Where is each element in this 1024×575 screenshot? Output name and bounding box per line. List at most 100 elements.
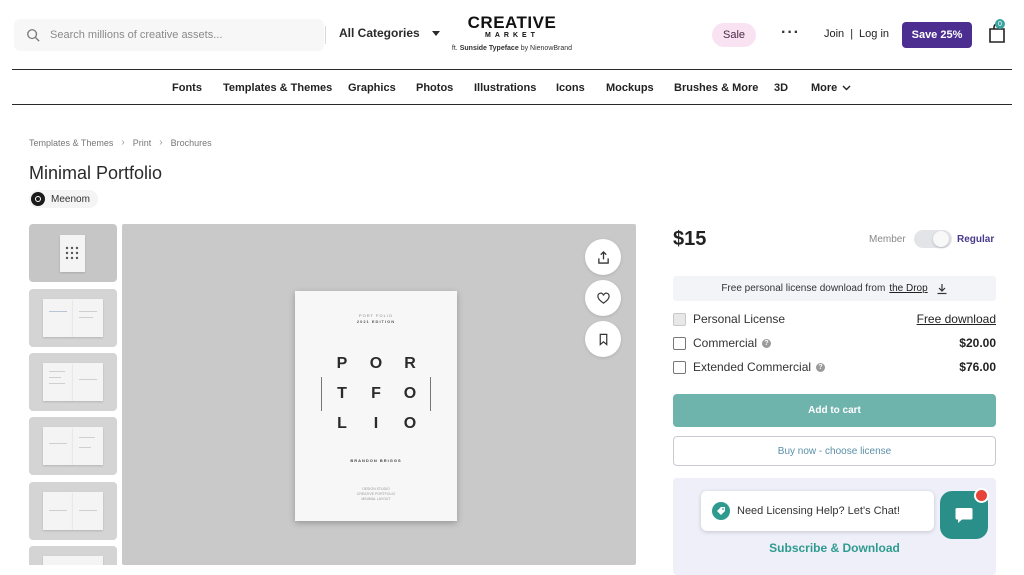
author-name: Meenom (51, 193, 90, 205)
thumbnail-line (79, 311, 97, 312)
brochure-author: BRANDON BRIGGS (350, 458, 402, 463)
subscribe-download-link[interactable]: Subscribe & Download (673, 541, 996, 555)
share-icon (597, 250, 609, 264)
sale-button[interactable]: Sale (712, 23, 756, 47)
brochure-letter: R (404, 355, 416, 372)
the-drop-link[interactable]: the Drop (889, 283, 927, 294)
thumbnail-page-left (43, 427, 73, 465)
search-divider (325, 26, 326, 44)
nav-item-mockups[interactable]: Mockups (606, 82, 654, 94)
brochure-letter: L (337, 415, 347, 432)
auth-separator: | (850, 28, 854, 40)
thumbnail-line (79, 437, 95, 438)
brochure-letter: I (373, 415, 379, 432)
site-logo[interactable]: CREATIVE MARKET ft. Sunside Typeface by … (446, 14, 578, 53)
login-link[interactable]: Log in (859, 28, 889, 40)
download-icon[interactable] (936, 283, 948, 295)
author-logo-icon (35, 196, 41, 202)
save-25-button[interactable]: Save 25% (902, 22, 972, 48)
buy-now-button[interactable]: Buy now - choose license (673, 436, 996, 466)
logo-credit: ft. Sunside Typeface by NienowBrand (446, 45, 578, 52)
thumbnail-page-right (73, 299, 103, 337)
thumbnail-page-left (43, 492, 73, 530)
free-license-banner: Free personal license download from the … (673, 276, 996, 301)
brochure-letter-row-3: L I O (295, 415, 457, 433)
product-preview-image[interactable]: PORT FOLIO 2021 EDITION P O R T F O L I … (122, 224, 636, 565)
breadcrumb-brochures[interactable]: Brochures (171, 138, 212, 148)
bookmark-button[interactable] (585, 321, 621, 357)
share-button[interactable] (585, 239, 621, 275)
thumbnail-page-right (73, 363, 103, 401)
thumbnail-6[interactable] (29, 546, 117, 565)
brochure-letter: O (403, 385, 417, 402)
chat-notification-dot (974, 488, 989, 503)
free-download-link[interactable]: Free download (917, 312, 996, 326)
thumbnail-2[interactable] (29, 289, 117, 347)
thumbnail-page (43, 556, 103, 565)
license-price: $76.00 (959, 360, 996, 374)
free-banner-text: Free personal license download from (721, 283, 886, 294)
breadcrumb-templates-themes[interactable]: Templates & Themes (29, 138, 113, 148)
commercial-license-checkbox[interactable] (673, 336, 686, 350)
brochure-letter-row-2: T F O (295, 385, 457, 403)
thumbnail-page-right (73, 427, 103, 465)
author-chip[interactable]: Meenom (29, 190, 98, 208)
brochure-letter: O (403, 415, 417, 432)
logo-sub-text: MARKET (485, 32, 539, 39)
chat-prompt-bubble[interactable]: Need Licensing Help? Let's Chat! (701, 491, 934, 531)
nav-item-graphics[interactable]: Graphics (348, 82, 396, 94)
product-price: $15 (673, 228, 707, 250)
nav-item-fonts[interactable]: Fonts (172, 82, 202, 94)
brochure-tiny-subheading: 2021 EDITION (356, 319, 396, 324)
auth-links: Join | Log in (824, 28, 889, 40)
thumbnail-3[interactable] (29, 353, 117, 411)
chevron-right-icon: › (159, 137, 163, 148)
favorite-button[interactable] (585, 280, 621, 316)
brochure-footnote-3: MINIMAL LAYOUT (361, 497, 391, 501)
categories-label: All Categories (339, 26, 420, 40)
brochure-letter: F (371, 385, 381, 402)
bookmark-icon (599, 333, 607, 346)
cart-count-badge: 0 (995, 19, 1005, 29)
nav-item-photos[interactable]: Photos (416, 82, 453, 94)
nav-item-illustrations[interactable]: Illustrations (474, 82, 536, 94)
nav-divider (12, 104, 1012, 105)
license-option-personal[interactable]: Personal License Free download (673, 311, 996, 327)
search-input[interactable] (50, 29, 300, 41)
brochure-tiny-heading: PORT FOLIO (358, 313, 394, 318)
brochure-letter: P (336, 355, 348, 372)
breadcrumb-print[interactable]: Print (133, 138, 152, 148)
nav-item-more[interactable]: More (811, 82, 851, 94)
add-to-cart-button[interactable]: Add to cart (673, 394, 996, 427)
more-options-icon[interactable]: ··· (781, 24, 800, 42)
license-option-commercial[interactable]: Commercial ? $20.00 (673, 335, 996, 351)
categories-dropdown[interactable]: All Categories (339, 26, 440, 40)
thumbnail-line (79, 379, 97, 380)
thumbnail-1[interactable] (29, 224, 117, 282)
logo-credit-by: by NienowBrand (520, 45, 573, 52)
info-icon[interactable]: ? (762, 338, 772, 348)
info-icon[interactable]: ? (816, 362, 826, 372)
thumbnail-page-right (73, 492, 103, 530)
thumbnail-line (49, 510, 67, 511)
thumbnail-line (49, 371, 65, 372)
nav-item-icons[interactable]: Icons (556, 82, 585, 94)
nav-item-brushes-more[interactable]: Brushes & More (674, 82, 758, 94)
license-price: $20.00 (959, 336, 996, 350)
nav-item-3d[interactable]: 3D (774, 82, 788, 94)
license-option-extended-commercial[interactable]: Extended Commercial ? $76.00 (673, 359, 996, 375)
license-name: Commercial (693, 336, 758, 350)
nav-item-templates-themes[interactable]: Templates & Themes (223, 82, 332, 94)
thumbnail-4[interactable] (29, 417, 117, 475)
join-link[interactable]: Join (824, 28, 844, 40)
search-box[interactable] (14, 19, 324, 51)
extended-commercial-license-checkbox[interactable] (673, 360, 686, 374)
search-icon (27, 29, 40, 42)
tag-icon (712, 502, 730, 520)
member-regular-toggle[interactable] (914, 230, 952, 248)
thumbnail-line (79, 510, 97, 511)
brochure-letter-row-1: P O R (295, 355, 457, 373)
thumbnail-5[interactable] (29, 482, 117, 540)
brochure-letter: T (337, 385, 347, 402)
heart-icon (596, 292, 610, 304)
